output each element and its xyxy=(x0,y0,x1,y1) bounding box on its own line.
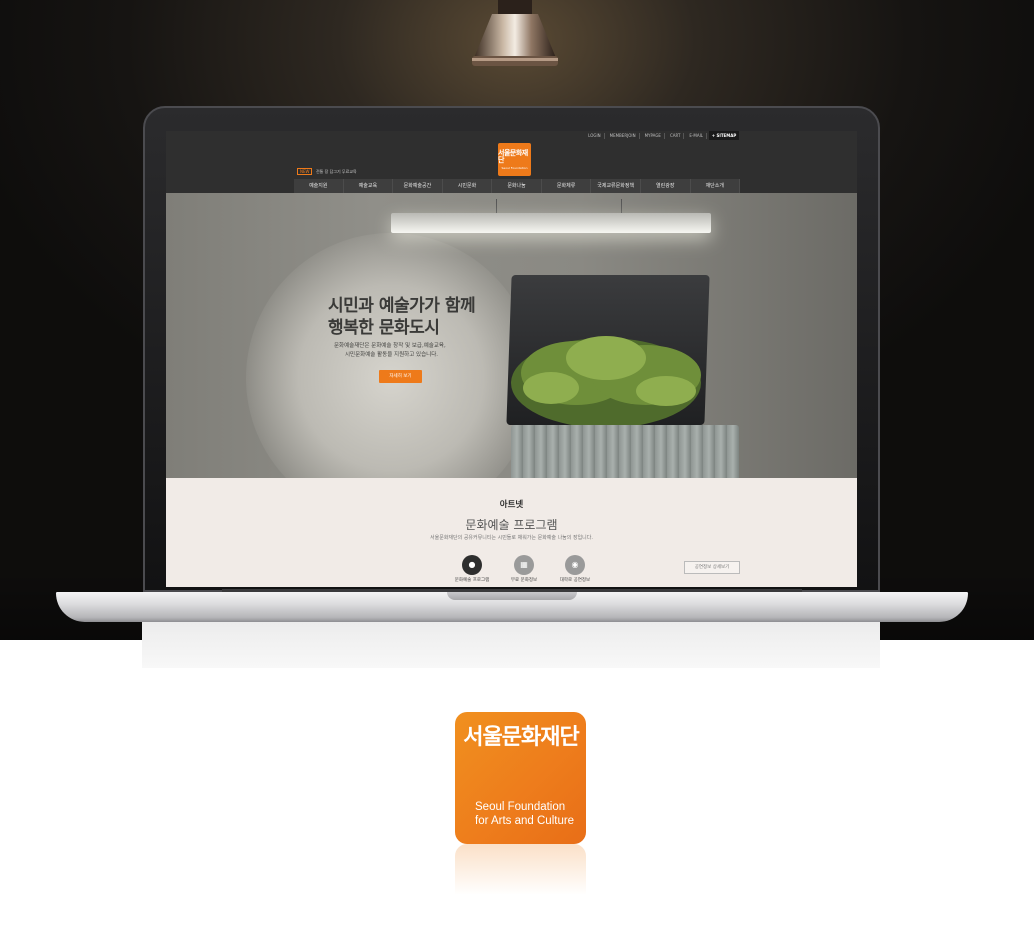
chat-icon[interactable]: ● xyxy=(462,555,482,575)
brand-english-name: Seoul Foundation xyxy=(475,801,566,813)
pendant-lamp-icon xyxy=(472,0,558,66)
memberjoin-link[interactable]: MEMBERJOIN xyxy=(607,133,640,139)
nav-item-art-support[interactable]: 예술지원 xyxy=(294,179,344,193)
brand-logo-reflection xyxy=(455,844,586,904)
hero-plant-image xyxy=(511,336,701,428)
program-tab-label[interactable]: 대학로 공연정보 xyxy=(545,577,605,583)
hero-light-wire xyxy=(496,199,497,213)
site-logo-mark: 서울문화재단 xyxy=(498,148,528,164)
site-logo-en: Seoul Foundation xyxy=(501,165,528,170)
hero-more-button[interactable]: 자세히 보기 xyxy=(379,370,422,383)
calendar-icon[interactable]: ▦ xyxy=(514,555,534,575)
camera-icon[interactable]: ◉ xyxy=(565,555,585,575)
brand-logo: 서울문화재단 Seoul Foundation for Arts and Cul… xyxy=(455,712,586,844)
email-link[interactable]: E-MAIL xyxy=(686,133,707,139)
news-ticker-link[interactable]: 전통 장 담그기 무료교육 xyxy=(316,168,357,175)
utility-links: LOGIN MEMBERJOIN MYPAGE CART E-MAIL xyxy=(585,133,707,139)
laptop-screen: LOGIN MEMBERJOIN MYPAGE CART E-MAIL + SI… xyxy=(166,131,857,587)
brand-english-name: for Arts and Culture xyxy=(475,815,575,827)
hero-description: 시민문화예술 활동을 지원하고 있습니다. xyxy=(345,352,439,358)
hero-bin-image xyxy=(511,425,739,478)
nav-item-art-space[interactable]: 문화예술공간 xyxy=(393,179,443,193)
news-badge: NEW xyxy=(297,168,313,175)
laptop-base-notch xyxy=(447,592,577,600)
nav-item-citizen-culture[interactable]: 시민문화 xyxy=(443,179,493,193)
laptop-reflection xyxy=(142,622,880,668)
site-logo[interactable]: 서울문화재단 Seoul Foundation xyxy=(498,143,531,176)
hero-title: 행복한 문화도시 xyxy=(328,318,440,338)
section-title: 문화예술 프로그램 xyxy=(465,518,558,532)
performance-detail-button[interactable]: 공연정보 상세보기 xyxy=(684,561,740,574)
brand-logotype: 서울문화재단 xyxy=(463,725,579,750)
login-link[interactable]: LOGIN xyxy=(585,133,605,139)
nav-item-open-square[interactable]: 열린광장 xyxy=(641,179,691,193)
hero-description: 문화예술재단은 문화예술 창작 및 보급,예술교육, xyxy=(334,343,446,349)
program-tab-label[interactable]: 문화예술 프로그램 xyxy=(442,577,502,583)
hero-light-wire xyxy=(621,199,622,213)
nav-item-about[interactable]: 재단소개 xyxy=(691,179,741,193)
nav-item-international-policy[interactable]: 국제교류문화정책 xyxy=(591,179,641,193)
nav-item-art-education[interactable]: 예술교육 xyxy=(344,179,394,193)
section-kicker: 아트넷 xyxy=(499,500,524,510)
mypage-link[interactable]: MYPAGE xyxy=(642,133,665,139)
nav-item-culture-sharing[interactable]: 문화나눔 xyxy=(492,179,542,193)
main-navigation: 예술지원 예술교육 문화예술공간 시민문화 문화나눔 문화체류 국제교류문화정책… xyxy=(294,179,741,193)
nav-item-culture-experience[interactable]: 문화체류 xyxy=(542,179,592,193)
hero-banner: 시민과 예술가가 함께 행복한 문화도시 문화예술재단은 문화예술 창작 및 보… xyxy=(166,193,857,478)
program-section: 아트넷 문화예술 프로그램 서울문화재단의 공유커뮤니티는 시민들로 채워가는 … xyxy=(166,478,857,587)
section-description: 서울문화재단의 공유커뮤니티는 시민들로 채워가는 문화예술 나눔의 장입니다. xyxy=(430,535,593,541)
cart-link[interactable]: CART xyxy=(667,133,685,139)
sitemap-button[interactable]: + SITEMAP xyxy=(709,131,739,140)
site-header: LOGIN MEMBERJOIN MYPAGE CART E-MAIL + SI… xyxy=(166,131,857,193)
hero-fluorescent-light xyxy=(391,213,711,233)
